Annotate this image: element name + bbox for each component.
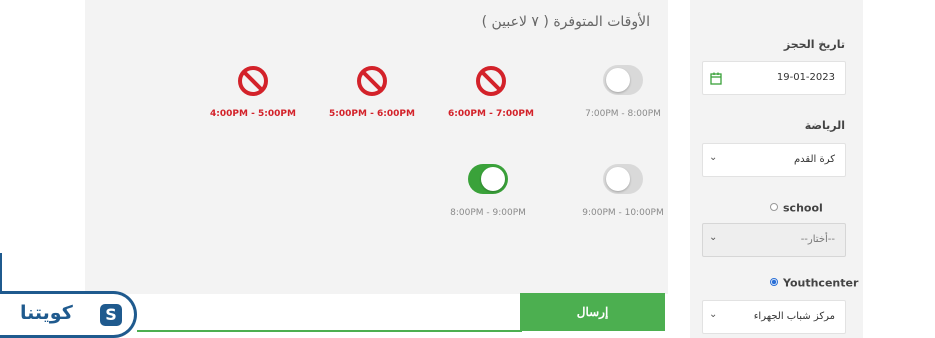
- youthcenter-value: مركز شباب الجهراء: [753, 311, 835, 322]
- submit-button[interactable]: إرسال: [520, 293, 665, 331]
- radio-checked-icon[interactable]: [770, 278, 778, 286]
- slot-toggle[interactable]: [603, 65, 643, 95]
- booked-icon: [238, 66, 268, 96]
- slot-time: 4:00PM - 5:00PM: [210, 109, 296, 119]
- chevron-down-icon: ⌄: [709, 232, 718, 243]
- chevron-down-icon: ⌄: [709, 152, 718, 163]
- time-slot[interactable]: 7:00PM - 8:00PM: [568, 65, 678, 135]
- slots-title: الأوقات المتوفرة ( ٧ لاعبين ): [481, 14, 650, 30]
- time-slots-panel: [85, 0, 668, 294]
- youthcenter-select[interactable]: ⌄ مركز شباب الجهراء: [702, 300, 846, 334]
- brand-logo: كويتنا S: [0, 291, 137, 338]
- radio-unchecked-icon[interactable]: [770, 203, 778, 211]
- form-underline: [137, 330, 522, 332]
- slot-time: 6:00PM - 7:00PM: [448, 109, 534, 119]
- youthcenter-radio[interactable]: Youthcenter: [770, 276, 858, 290]
- sport-value: كرة القدم: [793, 154, 835, 165]
- calendar-icon[interactable]: [710, 72, 722, 85]
- time-slot: 5:00PM - 6:00PM: [317, 65, 427, 135]
- time-slot: 6:00PM - 7:00PM: [436, 65, 546, 135]
- slot-time: 9:00PM - 10:00PM: [582, 208, 664, 218]
- slot-time: 8:00PM - 9:00PM: [450, 208, 526, 218]
- school-option-label: school: [783, 201, 823, 215]
- slot-toggle[interactable]: [468, 164, 508, 194]
- chevron-down-icon: ⌄: [709, 309, 718, 320]
- date-field[interactable]: 19-01-2023: [702, 61, 846, 95]
- toggle-knob: [481, 167, 505, 191]
- logo-mark-icon: S: [100, 304, 122, 326]
- time-slot[interactable]: 8:00PM - 9:00PM: [433, 164, 543, 234]
- booked-icon: [357, 66, 387, 96]
- booked-icon: [476, 66, 506, 96]
- time-slot: 4:00PM - 5:00PM: [198, 65, 308, 135]
- school-value: --أختار--: [800, 234, 835, 245]
- logo-text: كويتنا: [20, 302, 73, 324]
- toggle-knob: [606, 68, 630, 92]
- slot-time: 7:00PM - 8:00PM: [585, 109, 661, 119]
- toggle-knob: [606, 167, 630, 191]
- slot-time: 5:00PM - 6:00PM: [329, 109, 415, 119]
- slot-toggle[interactable]: [603, 164, 643, 194]
- date-label: تاريخ الحجز: [783, 38, 845, 51]
- date-value: 19-01-2023: [776, 72, 835, 83]
- logo-edge: [0, 253, 2, 293]
- youthcenter-option-label: Youthcenter: [783, 276, 859, 290]
- school-radio[interactable]: school: [770, 201, 823, 215]
- school-select[interactable]: ⌄ --أختار--: [702, 223, 846, 257]
- sport-select[interactable]: ⌄ كرة القدم: [702, 143, 846, 177]
- time-slot[interactable]: 9:00PM - 10:00PM: [568, 164, 678, 234]
- sport-label: الرياضة: [804, 119, 845, 132]
